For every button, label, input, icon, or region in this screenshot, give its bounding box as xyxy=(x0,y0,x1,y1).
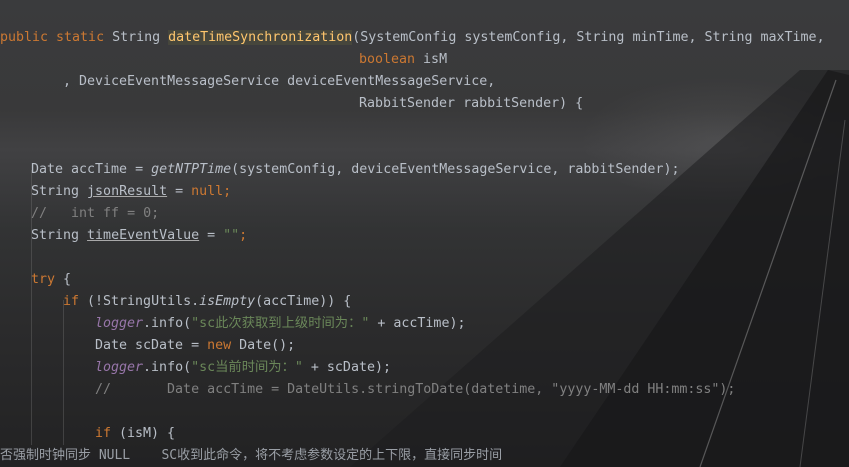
code-line-13: logger.info("sc当前时间为：" + scDate); xyxy=(95,360,391,375)
code-line-5: Date accTime = getNTPTime(systemConfig, … xyxy=(31,162,680,177)
code-line-7-comment: // int ff = 0; xyxy=(31,206,160,221)
code-line-12: Date scDate = new Date(); xyxy=(95,338,296,353)
code-line-2: boolean isM xyxy=(359,52,448,67)
code-line-3: , DeviceEventMessageService deviceEventM… xyxy=(63,74,496,89)
code-line-8: String timeEventValue = ""; xyxy=(31,228,248,243)
code-line-10: if (!StringUtils.isEmpty(accTime)) { xyxy=(63,294,352,309)
status-hint-bar: 否强制时钟同步 NULL SC收到此命令，将不考虑参数设定的上下限，直接同步时间 xyxy=(0,448,503,463)
code-line-9: try { xyxy=(31,272,72,287)
code-line-1: public static String dateTimeSynchroniza… xyxy=(0,30,825,45)
indent-guide xyxy=(63,300,64,445)
code-line-15: if (isM) { xyxy=(95,426,176,441)
method-name: dateTimeSynchronization xyxy=(168,30,353,45)
code-line-4: RabbitSender rabbitSender) { xyxy=(359,96,584,111)
code-line-6: String jsonResult = null; xyxy=(31,184,232,199)
code-line-14-comment: // Date accTime = DateUtils.stringToDate… xyxy=(95,382,736,397)
code-line-11: logger.info("sc此次获取到上级时间为：" + accTime); xyxy=(95,316,466,331)
code-editor[interactable]: public static String dateTimeSynchroniza… xyxy=(0,0,849,467)
